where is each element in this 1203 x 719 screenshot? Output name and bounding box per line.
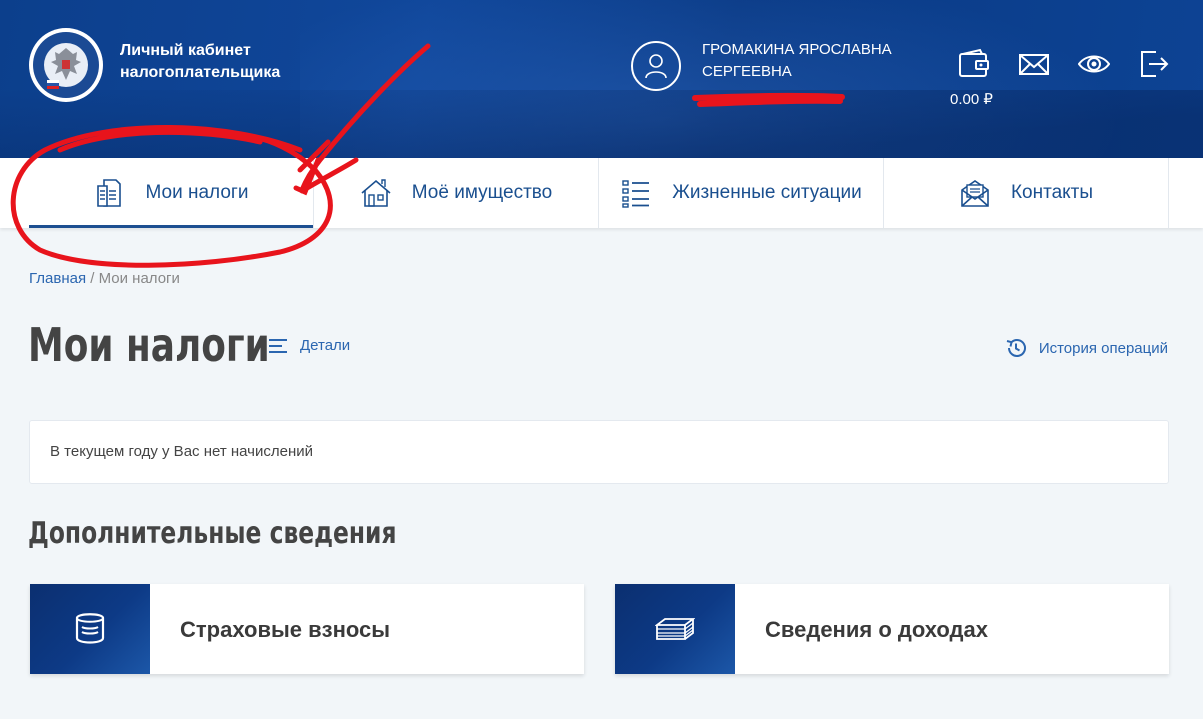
brand-line-2: налогоплательщика (120, 64, 281, 81)
header: Личный кабинет налогоплательщика ГРОМАКИ… (0, 0, 1203, 158)
no-charges-notice: В текущем году у Вас нет начислений (29, 420, 1169, 484)
eye-icon[interactable] (1077, 48, 1111, 80)
section-title: Дополнительные сведения (28, 516, 397, 551)
user-name[interactable]: ГРОМАКИНА ЯРОСЛАВНА СЕРГЕЕВНА (702, 39, 892, 83)
avatar[interactable] (631, 41, 681, 91)
money-stack-icon (655, 618, 695, 640)
envelope-icon (959, 177, 991, 209)
card-icon-panel (615, 584, 735, 674)
history-icon (1006, 339, 1026, 357)
mail-icon[interactable] (1018, 48, 1050, 80)
history-link[interactable]: История операций (1005, 337, 1168, 359)
tab-my-property[interactable]: Моё имущество (314, 158, 599, 228)
tab-contacts[interactable]: Контакты (884, 158, 1169, 228)
breadcrumb: Главная / Мои налоги (29, 270, 180, 287)
details-link-label: Детали (300, 337, 351, 354)
insurance-contributions-card[interactable]: Страховые взносы (30, 584, 584, 674)
tab-my-taxes[interactable]: Мои налоги (29, 158, 314, 228)
house-icon (360, 177, 392, 209)
breadcrumb-current: Мои налоги (98, 270, 180, 287)
tab-my-taxes-label: Мои налоги (145, 182, 249, 203)
card-icon-panel (30, 584, 150, 674)
history-link-label: История операций (1038, 339, 1168, 357)
user-name-line-1: ГРОМАКИНА ЯРОСЛАВНА (702, 41, 892, 58)
tab-life-situations-label: Жизненные ситуации (672, 182, 862, 203)
list-icon (620, 177, 652, 209)
balance-value[interactable]: 0.00 ₽ (950, 90, 993, 108)
brand-line-1: Личный кабинет (120, 42, 251, 59)
user-name-line-2: СЕРГЕЕВНА (702, 63, 792, 80)
user-icon (645, 54, 667, 79)
wallet-icon[interactable] (958, 48, 990, 80)
fns-logo[interactable] (29, 28, 103, 102)
breadcrumb-home[interactable]: Главная (29, 270, 86, 287)
logout-icon[interactable] (1138, 48, 1170, 80)
breadcrumb-separator: / (86, 270, 99, 287)
main-nav: Мои налоги Моё имущество Жизненные ситуа… (0, 158, 1203, 228)
details-menu-icon (269, 338, 287, 353)
brand-title[interactable]: Личный кабинет налогоплательщика (120, 40, 280, 84)
tab-my-property-label: Моё имущество (411, 182, 553, 203)
card-label: Страховые взносы (180, 617, 391, 642)
card-label: Сведения о доходах (765, 617, 988, 642)
coins-stack-icon (75, 613, 105, 644)
details-link[interactable]: Детали (268, 337, 350, 354)
tab-life-situations[interactable]: Жизненные ситуации (599, 158, 884, 228)
page-title: Мои налоги (28, 318, 270, 372)
documents-icon (94, 177, 126, 209)
tab-contacts-label: Контакты (1010, 182, 1094, 203)
income-info-card[interactable]: Сведения о доходах (615, 584, 1169, 674)
